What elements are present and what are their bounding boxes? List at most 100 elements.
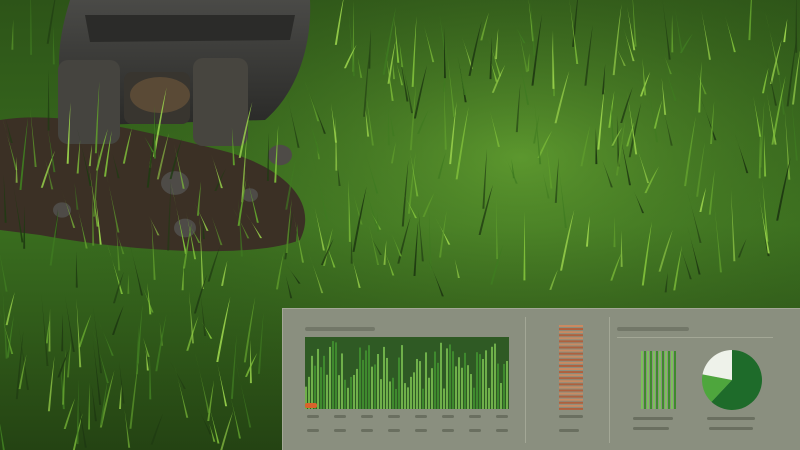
column-stripe [559, 331, 583, 334]
column-stripe [559, 361, 583, 364]
mud-clump [130, 77, 190, 113]
bar [320, 367, 322, 409]
summary-caption-blur-1 [633, 417, 673, 420]
chart-accent-marker [305, 403, 317, 408]
column-stripe [559, 380, 583, 383]
bar [359, 347, 361, 409]
x-label-blur [388, 429, 400, 432]
pie-chart [702, 350, 762, 410]
bar [464, 352, 466, 409]
bar [362, 359, 364, 409]
column-stripe [559, 389, 583, 392]
column-stripe [559, 334, 583, 337]
x-label-blur [361, 415, 373, 418]
mini-bar [647, 351, 649, 409]
bar [341, 353, 343, 409]
pebble [174, 218, 196, 238]
mini-bar [650, 351, 652, 409]
x-label-blur [469, 429, 481, 432]
x-label-blur [334, 429, 346, 432]
mini-bar [656, 351, 658, 409]
column-stripe [559, 364, 583, 367]
bar [404, 383, 406, 409]
mini-bar [653, 351, 655, 409]
bar [317, 348, 319, 409]
column-stripe [559, 346, 583, 349]
x-label-blur [496, 415, 508, 418]
bar [350, 376, 352, 409]
bar [368, 345, 370, 409]
bar [380, 379, 382, 409]
bar [449, 344, 451, 409]
column-stripe [559, 367, 583, 370]
bar [485, 350, 487, 409]
bar [446, 348, 448, 409]
x-label-blur [496, 429, 508, 432]
bar [428, 377, 430, 409]
column-stripe [559, 404, 583, 407]
bar [392, 377, 394, 409]
column-stripe [559, 374, 583, 377]
column-stripe [559, 377, 583, 380]
bar [443, 388, 445, 409]
boot-cleat-left [58, 60, 120, 144]
column-stripe [559, 401, 583, 404]
striped-column-chart [559, 325, 583, 410]
bar [383, 346, 385, 409]
bar [491, 346, 493, 409]
pebble [268, 144, 292, 166]
bar [326, 374, 328, 409]
summary-rule [617, 337, 773, 338]
column-stripe [559, 386, 583, 389]
bar [473, 387, 475, 409]
bar [347, 387, 349, 409]
bar [434, 351, 436, 409]
bar [479, 354, 481, 409]
x-label-blur [442, 429, 454, 432]
bar [371, 366, 373, 409]
x-label-blur [469, 415, 481, 418]
summary-caption-blur-3 [707, 417, 755, 420]
column-stripe [559, 355, 583, 358]
column-stripe [559, 371, 583, 374]
boot-tread-band [85, 15, 295, 42]
mini-bar [641, 351, 643, 409]
bar [467, 365, 469, 409]
column-stripe [559, 392, 583, 395]
column-stripe [559, 398, 583, 401]
bar [401, 345, 403, 409]
bar [470, 374, 472, 409]
mini-bar [668, 351, 670, 409]
bar [344, 379, 346, 409]
column-stripe [559, 349, 583, 352]
summary-caption-blur-4 [709, 427, 753, 430]
panel-divider-right [609, 317, 610, 443]
column-stripe [559, 395, 583, 398]
mini-bar [662, 351, 664, 409]
x-label-blur [334, 415, 346, 418]
panel-divider-left [525, 317, 526, 443]
bar [452, 351, 454, 409]
column-stripe [559, 337, 583, 340]
summary-title-blur [617, 327, 689, 331]
bar [407, 387, 409, 409]
bar [413, 372, 415, 409]
bar [323, 355, 325, 409]
x-label-blur [415, 415, 427, 418]
bar [329, 346, 331, 409]
boot-cleat-right [193, 58, 248, 146]
mini-bar [674, 351, 676, 409]
bar [311, 355, 313, 409]
bar [500, 382, 502, 409]
x-label-blur [361, 429, 373, 432]
x-label-blur [388, 415, 400, 418]
column-stripe [559, 328, 583, 331]
bar [461, 367, 463, 409]
bar [365, 350, 367, 409]
analytics-overlay-panel [282, 308, 800, 450]
bar [410, 376, 412, 409]
bar [503, 363, 505, 409]
mini-bar [644, 351, 646, 409]
x-label-blur [307, 429, 319, 432]
bar-chart [305, 337, 509, 409]
